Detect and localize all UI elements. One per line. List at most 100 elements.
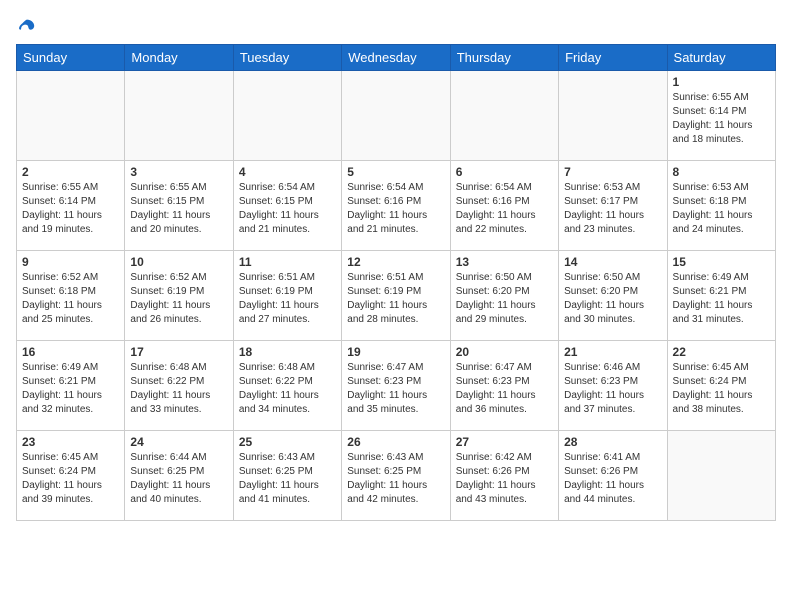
- day-info: Sunrise: 6:55 AM Sunset: 6:15 PM Dayligh…: [130, 181, 227, 237]
- calendar-cell: 12 Sunrise: 6:51 AM Sunset: 6:19 PM Dayli…: [342, 251, 450, 341]
- calendar-cell: 21 Sunrise: 6:46 AM Sunset: 6:23 PM Dayli…: [559, 341, 667, 431]
- day-of-week-header: Sunday: [17, 45, 125, 71]
- day-info: Sunrise: 6:54 AM Sunset: 6:15 PM Dayligh…: [239, 181, 336, 237]
- day-info: Sunrise: 6:48 AM Sunset: 6:22 PM Dayligh…: [239, 361, 336, 417]
- day-info: Sunrise: 6:52 AM Sunset: 6:18 PM Dayligh…: [22, 271, 119, 327]
- calendar-cell: [450, 71, 558, 161]
- day-info: Sunrise: 6:42 AM Sunset: 6:26 PM Dayligh…: [456, 451, 553, 507]
- day-number: 27: [456, 435, 553, 449]
- calendar-cell: 19 Sunrise: 6:47 AM Sunset: 6:23 PM Dayli…: [342, 341, 450, 431]
- day-of-week-header: Monday: [125, 45, 233, 71]
- day-of-week-header: Thursday: [450, 45, 558, 71]
- day-number: 5: [347, 165, 444, 179]
- day-info: Sunrise: 6:47 AM Sunset: 6:23 PM Dayligh…: [347, 361, 444, 417]
- day-number: 15: [673, 255, 770, 269]
- day-info: Sunrise: 6:41 AM Sunset: 6:26 PM Dayligh…: [564, 451, 661, 507]
- day-number: 7: [564, 165, 661, 179]
- calendar-cell: 16 Sunrise: 6:49 AM Sunset: 6:21 PM Dayli…: [17, 341, 125, 431]
- day-info: Sunrise: 6:46 AM Sunset: 6:23 PM Dayligh…: [564, 361, 661, 417]
- calendar-cell: 3 Sunrise: 6:55 AM Sunset: 6:15 PM Daylig…: [125, 161, 233, 251]
- day-info: Sunrise: 6:51 AM Sunset: 6:19 PM Dayligh…: [239, 271, 336, 327]
- day-number: 4: [239, 165, 336, 179]
- calendar-cell: [559, 71, 667, 161]
- page-header: [16, 16, 776, 34]
- day-number: 20: [456, 345, 553, 359]
- calendar-cell: 14 Sunrise: 6:50 AM Sunset: 6:20 PM Dayli…: [559, 251, 667, 341]
- day-number: 10: [130, 255, 227, 269]
- day-info: Sunrise: 6:49 AM Sunset: 6:21 PM Dayligh…: [673, 271, 770, 327]
- day-info: Sunrise: 6:50 AM Sunset: 6:20 PM Dayligh…: [564, 271, 661, 327]
- day-number: 2: [22, 165, 119, 179]
- day-info: Sunrise: 6:54 AM Sunset: 6:16 PM Dayligh…: [347, 181, 444, 237]
- day-of-week-header: Tuesday: [233, 45, 341, 71]
- day-number: 26: [347, 435, 444, 449]
- calendar-cell: 18 Sunrise: 6:48 AM Sunset: 6:22 PM Dayli…: [233, 341, 341, 431]
- calendar-cell: 23Sunrise: 6:45 AM Sunset: 6:24 PM Dayli…: [17, 431, 125, 521]
- day-number: 11: [239, 255, 336, 269]
- calendar-table: SundayMondayTuesdayWednesdayThursdayFrid…: [16, 44, 776, 521]
- day-number: 19: [347, 345, 444, 359]
- day-number: 6: [456, 165, 553, 179]
- calendar-cell: [17, 71, 125, 161]
- day-number: 18: [239, 345, 336, 359]
- day-info: Sunrise: 6:54 AM Sunset: 6:16 PM Dayligh…: [456, 181, 553, 237]
- day-of-week-header: Saturday: [667, 45, 775, 71]
- day-number: 13: [456, 255, 553, 269]
- calendar-cell: [342, 71, 450, 161]
- calendar-cell: 24 Sunrise: 6:44 AM Sunset: 6:25 PM Dayli…: [125, 431, 233, 521]
- day-info: Sunrise: 6:43 AM Sunset: 6:25 PM Dayligh…: [239, 451, 336, 507]
- calendar-cell: [233, 71, 341, 161]
- day-info: Sunrise: 6:47 AM Sunset: 6:23 PM Dayligh…: [456, 361, 553, 417]
- day-number: 24: [130, 435, 227, 449]
- day-number: 1: [673, 75, 770, 89]
- day-number: 21: [564, 345, 661, 359]
- day-info: Sunrise: 6:55 AM Sunset: 6:14 PM Dayligh…: [22, 181, 119, 237]
- day-info: Sunrise: 6:51 AM Sunset: 6:19 PM Dayligh…: [347, 271, 444, 327]
- day-number: 17: [130, 345, 227, 359]
- calendar-cell: 10 Sunrise: 6:52 AM Sunset: 6:19 PM Dayli…: [125, 251, 233, 341]
- day-number: 14: [564, 255, 661, 269]
- day-number: 22: [673, 345, 770, 359]
- calendar-cell: 27 Sunrise: 6:42 AM Sunset: 6:26 PM Dayli…: [450, 431, 558, 521]
- calendar-cell: 17 Sunrise: 6:48 AM Sunset: 6:22 PM Dayli…: [125, 341, 233, 431]
- day-of-week-header: Friday: [559, 45, 667, 71]
- calendar-cell: [667, 431, 775, 521]
- calendar-cell: 9 Sunrise: 6:52 AM Sunset: 6:18 PM Daylig…: [17, 251, 125, 341]
- calendar-cell: 8Sunrise: 6:53 AM Sunset: 6:18 PM Daylig…: [667, 161, 775, 251]
- day-number: 3: [130, 165, 227, 179]
- calendar-week-row: 16 Sunrise: 6:49 AM Sunset: 6:21 PM Dayli…: [17, 341, 776, 431]
- day-of-week-header: Wednesday: [342, 45, 450, 71]
- calendar-cell: 13 Sunrise: 6:50 AM Sunset: 6:20 PM Dayli…: [450, 251, 558, 341]
- calendar-cell: 22 Sunrise: 6:45 AM Sunset: 6:24 PM Dayli…: [667, 341, 775, 431]
- day-info: Sunrise: 6:44 AM Sunset: 6:25 PM Dayligh…: [130, 451, 227, 507]
- calendar-cell: 11 Sunrise: 6:51 AM Sunset: 6:19 PM Dayli…: [233, 251, 341, 341]
- day-number: 16: [22, 345, 119, 359]
- calendar-cell: [125, 71, 233, 161]
- day-info: Sunrise: 6:48 AM Sunset: 6:22 PM Dayligh…: [130, 361, 227, 417]
- day-info: Sunrise: 6:53 AM Sunset: 6:18 PM Dayligh…: [673, 181, 770, 237]
- day-info: Sunrise: 6:43 AM Sunset: 6:25 PM Dayligh…: [347, 451, 444, 507]
- calendar-cell: 20 Sunrise: 6:47 AM Sunset: 6:23 PM Dayli…: [450, 341, 558, 431]
- day-info: Sunrise: 6:55 AM Sunset: 6:14 PM Dayligh…: [673, 91, 770, 147]
- day-number: 12: [347, 255, 444, 269]
- calendar-cell: 25 Sunrise: 6:43 AM Sunset: 6:25 PM Dayli…: [233, 431, 341, 521]
- day-number: 25: [239, 435, 336, 449]
- calendar-week-row: 9 Sunrise: 6:52 AM Sunset: 6:18 PM Daylig…: [17, 251, 776, 341]
- calendar-cell: 4 Sunrise: 6:54 AM Sunset: 6:15 PM Daylig…: [233, 161, 341, 251]
- day-info: Sunrise: 6:52 AM Sunset: 6:19 PM Dayligh…: [130, 271, 227, 327]
- calendar-week-row: 2 Sunrise: 6:55 AM Sunset: 6:14 PM Daylig…: [17, 161, 776, 251]
- calendar-cell: 15 Sunrise: 6:49 AM Sunset: 6:21 PM Dayli…: [667, 251, 775, 341]
- calendar-cell: 7Sunrise: 6:53 AM Sunset: 6:17 PM Daylig…: [559, 161, 667, 251]
- calendar-week-row: 1 Sunrise: 6:55 AM Sunset: 6:14 PM Daylig…: [17, 71, 776, 161]
- calendar-week-row: 23Sunrise: 6:45 AM Sunset: 6:24 PM Dayli…: [17, 431, 776, 521]
- calendar-cell: 2 Sunrise: 6:55 AM Sunset: 6:14 PM Daylig…: [17, 161, 125, 251]
- calendar-header-row: SundayMondayTuesdayWednesdayThursdayFrid…: [17, 45, 776, 71]
- calendar-cell: 5 Sunrise: 6:54 AM Sunset: 6:16 PM Daylig…: [342, 161, 450, 251]
- day-info: Sunrise: 6:45 AM Sunset: 6:24 PM Dayligh…: [22, 451, 119, 507]
- day-info: Sunrise: 6:45 AM Sunset: 6:24 PM Dayligh…: [673, 361, 770, 417]
- day-number: 9: [22, 255, 119, 269]
- day-info: Sunrise: 6:50 AM Sunset: 6:20 PM Dayligh…: [456, 271, 553, 327]
- calendar-cell: 6 Sunrise: 6:54 AM Sunset: 6:16 PM Daylig…: [450, 161, 558, 251]
- logo: [16, 16, 36, 34]
- day-info: Sunrise: 6:49 AM Sunset: 6:21 PM Dayligh…: [22, 361, 119, 417]
